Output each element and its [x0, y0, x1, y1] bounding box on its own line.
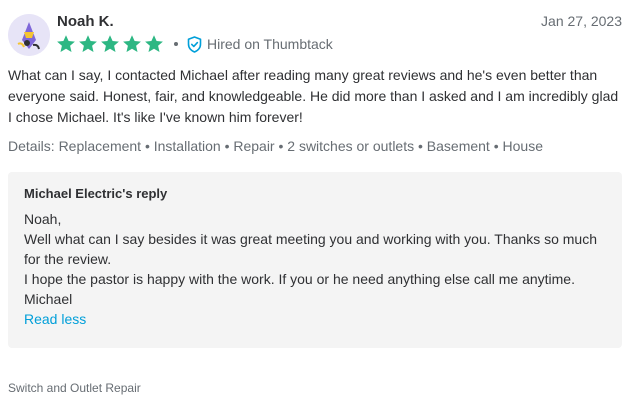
- review-card: Noah K. Jan 27, 2023 Hired on Thumbtack …: [8, 10, 622, 348]
- reply-title: Michael Electric's reply: [24, 186, 168, 201]
- reply-line: Noah,: [24, 211, 62, 227]
- service-category: Switch and Outlet Repair: [8, 381, 141, 395]
- shield-check-icon: [187, 35, 202, 53]
- review-details: Details: Replacement • Installation • Re…: [8, 138, 543, 154]
- reviewer-name: Noah K.: [57, 13, 114, 30]
- star-icon: [145, 35, 163, 52]
- hired-badge-text: Hired on Thumbtack: [207, 36, 333, 52]
- business-reply: Michael Electric's reply Noah, Well what…: [8, 172, 622, 348]
- review-date: Jan 27, 2023: [541, 13, 622, 29]
- read-less-link[interactable]: Read less: [24, 309, 86, 329]
- reply-line: I hope the pastor is happy with the work…: [24, 271, 575, 287]
- separator-dot: [174, 42, 178, 46]
- star-icon: [123, 35, 141, 52]
- reply-line: Well what can I say besides it was great…: [24, 231, 597, 267]
- star-icon: [57, 35, 75, 52]
- avatar: [8, 14, 50, 56]
- review-body: What can I say, I contacted Michael afte…: [8, 67, 619, 125]
- avatar-illustration: [8, 14, 50, 56]
- star-icon: [79, 35, 97, 52]
- review-header: Noah K. Jan 27, 2023 Hired on Thumbtack: [8, 10, 622, 60]
- star-rating: [56, 34, 164, 54]
- review-meta: Hired on Thumbtack: [56, 34, 333, 54]
- reply-line: Michael: [24, 291, 73, 307]
- star-icon: [101, 35, 119, 52]
